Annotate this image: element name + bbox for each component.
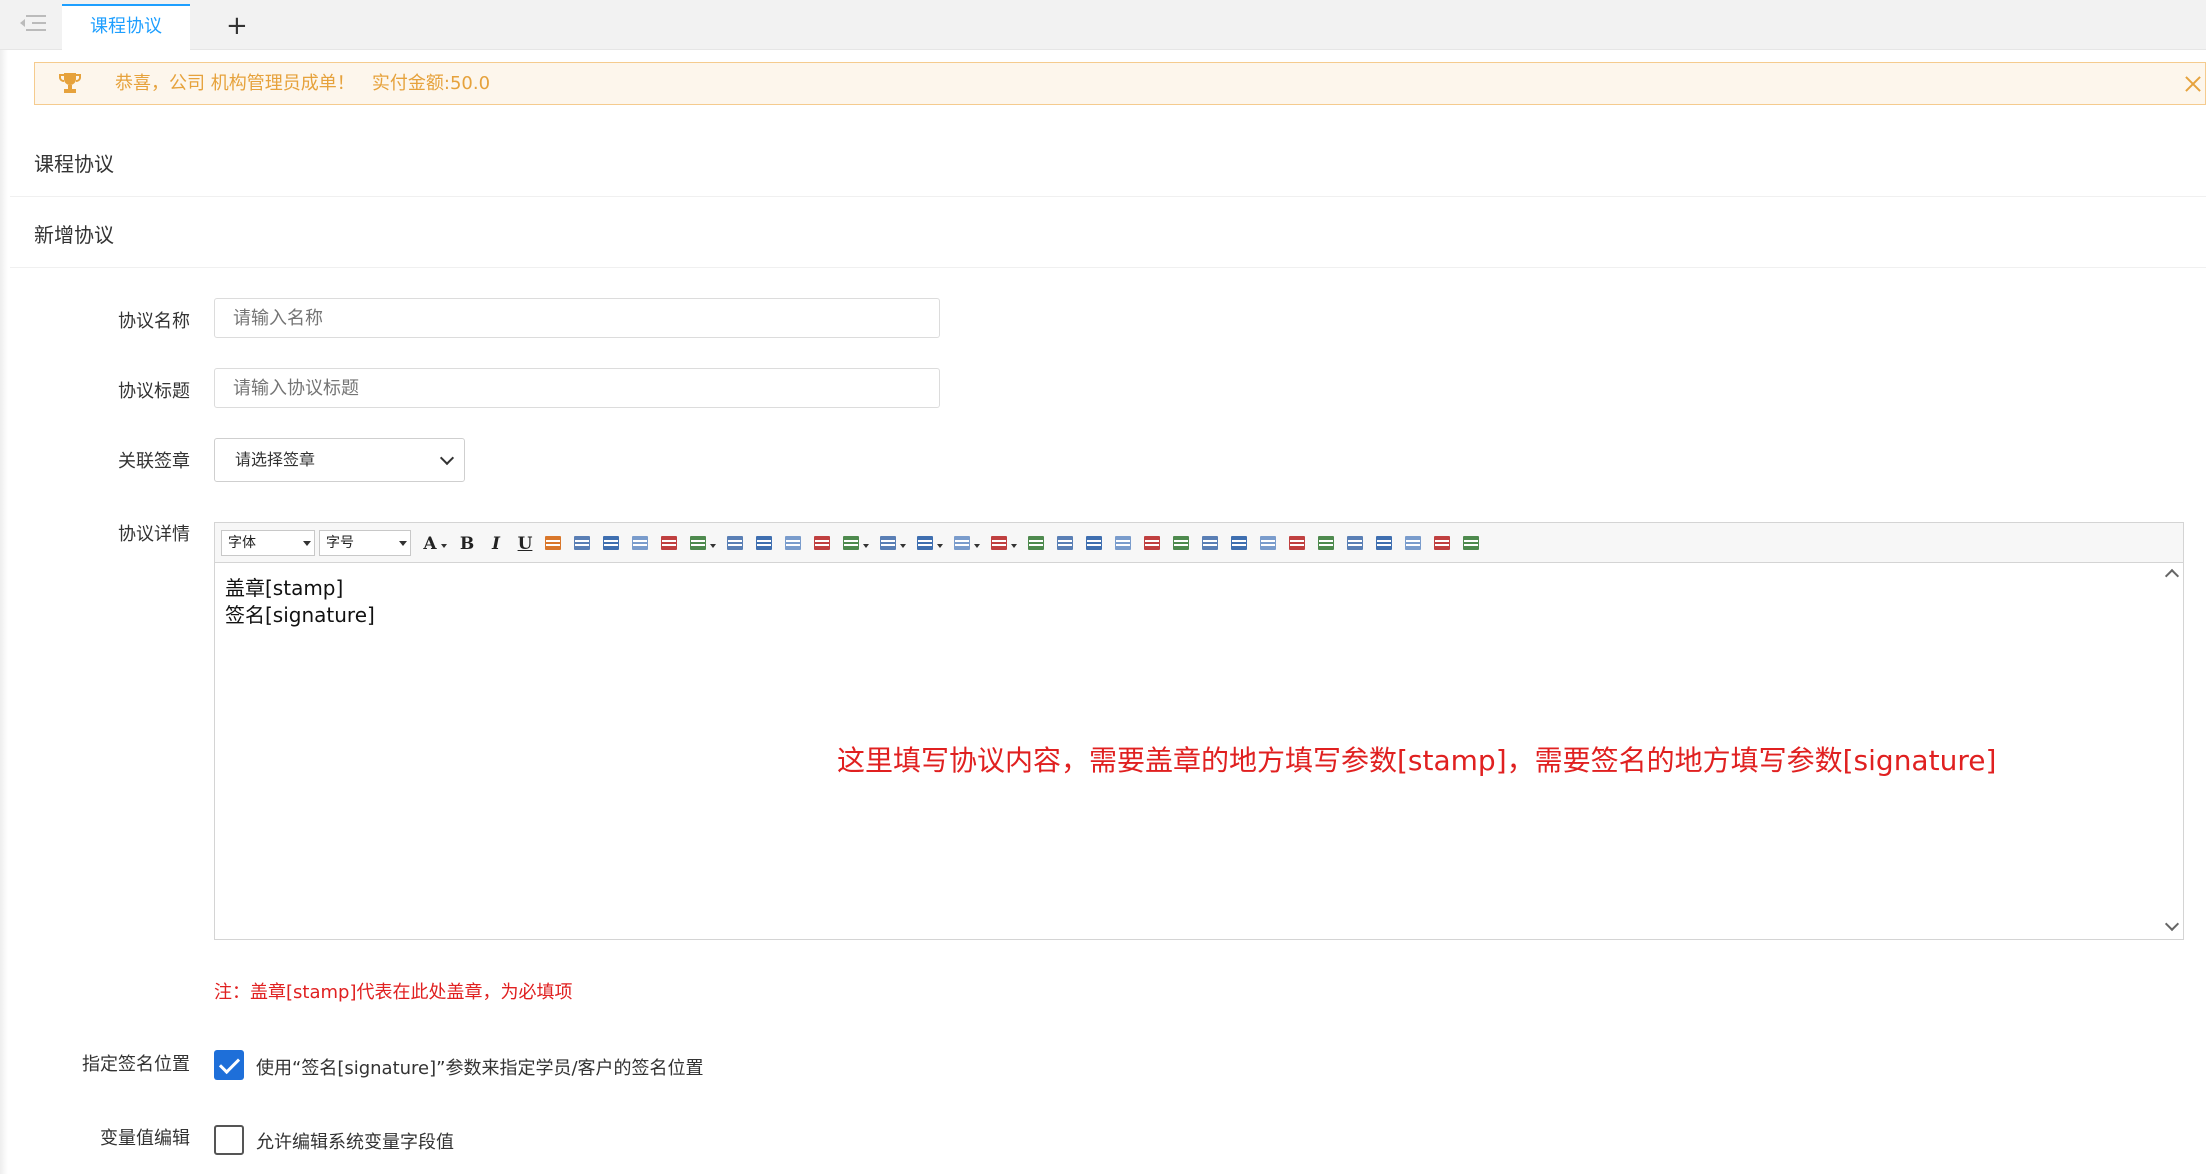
image-icon[interactable] [545,536,561,550]
add-tab-button[interactable]: + [226,8,248,44]
table-icon[interactable] [1028,536,1044,550]
annotation-hint: 这里填写协议内容，需要盖章的地方填写参数[stamp]，需要签名的地方填写参数[… [837,744,1997,777]
section-title-new-agreement: 新增协议 [34,223,114,247]
bulleted-list-icon[interactable] [880,536,896,550]
align-inline-image-icon[interactable] [661,536,677,550]
tab-bar: 课程协议 + [0,0,2206,50]
align-left-icon[interactable] [727,536,743,550]
dropdown-arrow-icon[interactable] [710,544,716,548]
line-height-icon[interactable] [991,536,1007,550]
insert-row-icon[interactable] [1115,536,1131,550]
font-size-select[interactable]: 字号 [319,530,411,556]
dropdown-arrow-icon[interactable] [441,544,447,548]
signature-position-text: 使用“签名[signature]”参数来指定学员/客户的签名位置 [256,1058,704,1079]
dropdown-arrow-icon[interactable] [1011,544,1017,548]
editor-line-signature: 签名[signature] [225,603,375,627]
scroll-up-icon[interactable] [2164,568,2180,584]
variable-edit-checkbox[interactable] [214,1125,244,1155]
delete-row-icon[interactable] [1260,536,1276,550]
numbered-list-icon[interactable] [843,536,859,550]
table-props-icon[interactable] [1289,536,1305,550]
table-insert-icon[interactable] [1057,536,1073,550]
font-family-value: 字体 [228,535,256,551]
delete-col-icon[interactable] [1231,536,1247,550]
seal-label: 关联签章 [118,451,190,472]
chevron-down-icon [439,450,455,466]
table-delete-icon[interactable] [1086,536,1102,550]
merge-right-icon[interactable] [1347,536,1363,550]
justify-icon[interactable] [814,536,830,550]
bold-icon[interactable]: B [458,535,476,553]
split-cells-icon[interactable] [1202,536,1218,550]
indent-icon[interactable] [917,536,933,550]
left-edge-shadow [0,50,8,1174]
editor-content[interactable]: 盖章[stamp] 签名[signature] [225,575,375,629]
agreement-name-input[interactable] [214,298,940,338]
stamp-note: 注：盖章[stamp]代表在此处盖章，为必填项 [214,982,573,1003]
agreement-detail-label: 协议详情 [118,524,190,545]
font-color-icon[interactable]: A [421,535,439,553]
align-right-image-icon[interactable] [632,536,648,550]
signature-position-label: 指定签名位置 [82,1054,190,1075]
page-icon[interactable] [1434,536,1450,550]
seal-select-value: 请选择签章 [235,450,316,469]
font-family-select[interactable]: 字体 [221,530,315,556]
tab-course-agreement[interactable]: 课程协议 [62,4,190,50]
merge-cells-icon[interactable] [1173,536,1189,550]
success-notice: 恭喜，公司 机构管理员成单！ 实付金额:50.0 [34,62,2206,105]
dropdown-arrow-icon[interactable] [900,544,906,548]
editor-toolbar: 字体 字号 A BIU [215,523,2183,563]
section-title-course-agreement: 课程协议 [34,152,114,176]
variable-edit-text: 允许编辑系统变量字段值 [256,1132,454,1153]
align-right-icon[interactable] [785,536,801,550]
align-left-image-icon[interactable] [574,536,590,550]
insert-col-icon[interactable] [1144,536,1160,550]
paragraph-icon[interactable] [954,536,970,550]
align-center-icon[interactable] [756,536,772,550]
underline-icon[interactable]: U [516,535,534,553]
divider [10,196,2206,197]
dropdown-arrow-icon[interactable] [863,544,869,548]
cell-props-icon[interactable] [1318,536,1334,550]
agreement-title-input[interactable] [214,368,940,408]
menu-collapse-icon[interactable] [20,12,46,34]
variable-edit-label: 变量值编辑 [100,1128,190,1149]
italic-icon[interactable]: I [487,535,505,553]
signature-position-checkbox[interactable] [214,1050,244,1080]
divider [10,267,2206,268]
font-size-value: 字号 [326,535,354,551]
dropdown-arrow-icon[interactable] [937,544,943,548]
merge-down-icon[interactable] [1376,536,1392,550]
preview-icon[interactable] [1463,536,1479,550]
agreement-name-label: 协议名称 [118,311,190,332]
scroll-down-icon[interactable] [2164,916,2180,932]
delete-table-icon[interactable] [1405,536,1421,550]
trophy-icon [59,73,81,93]
editor-line-stamp: 盖章[stamp] [225,576,344,600]
ordered-list-icon[interactable] [690,536,706,550]
seal-select[interactable]: 请选择签章 [214,438,465,482]
rich-text-editor[interactable]: 字体 字号 A BIU 盖章[stamp] 签名[signature] 这里填写协… [214,522,2184,940]
agreement-title-label: 协议标题 [118,381,190,402]
align-center-image-icon[interactable] [603,536,619,550]
dropdown-arrow-icon[interactable] [974,544,980,548]
notice-text: 恭喜，公司 机构管理员成单！ 实付金额:50.0 [115,73,491,94]
close-icon[interactable] [2175,69,2205,99]
